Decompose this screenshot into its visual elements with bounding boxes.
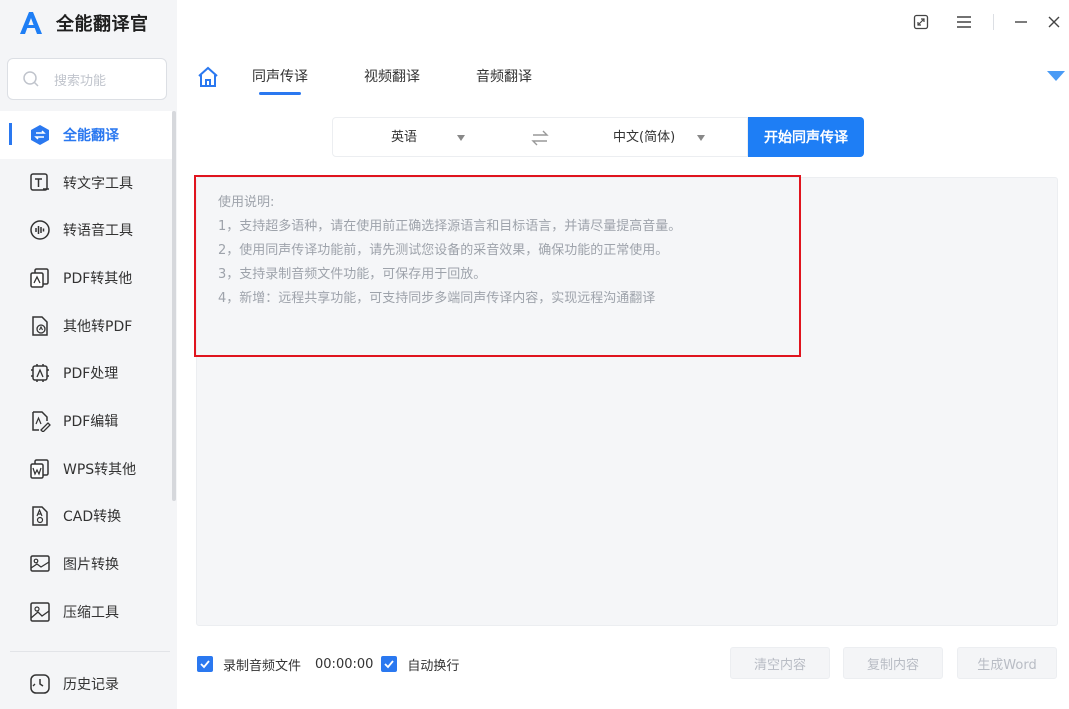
sidebar-item-history[interactable]: 历史记录 [0, 660, 172, 708]
check-icon [384, 660, 395, 669]
pdf-convert-icon [29, 267, 51, 289]
sidebar-item-voice-tool[interactable]: 转语音工具 [0, 206, 172, 254]
app-title: 全能翻译官 [56, 14, 149, 35]
voice-tool-icon [29, 219, 51, 241]
image-convert-icon [29, 553, 51, 575]
sidebar-item-label: 全能翻译 [63, 127, 119, 144]
sidebar-item-label: PDF编辑 [63, 413, 119, 430]
check-icon [200, 660, 210, 669]
sidebar-item-to-pdf[interactable]: 其他转PDF [0, 302, 172, 350]
sidebar-item-translate[interactable]: 全能翻译 [0, 111, 172, 159]
search-icon [23, 71, 39, 87]
record-audio-checkbox[interactable] [197, 656, 213, 672]
sidebar-item-label: PDF处理 [63, 366, 119, 383]
close-icon [1048, 16, 1060, 28]
sidebar-divider [10, 651, 170, 652]
sidebar-item-label: 转文字工具 [63, 175, 133, 192]
app-logo-icon [20, 12, 42, 34]
sidebar-item-cad-convert[interactable]: CAD转换 [0, 493, 172, 541]
cad-convert-icon [29, 505, 51, 527]
search-placeholder: 搜索功能 [54, 73, 107, 89]
wps-convert-icon [29, 458, 51, 480]
menu-button[interactable] [954, 12, 974, 32]
sidebar-scrollbar[interactable] [172, 111, 176, 501]
pdf-process-icon [29, 362, 51, 384]
sidebar-item-label: 压缩工具 [63, 604, 119, 621]
sidebar-item-label: 历史记录 [63, 676, 119, 693]
sidebar-item-pdf-edit[interactable]: PDF编辑 [0, 397, 172, 445]
tab-simultaneous[interactable]: 同声传译 [252, 66, 308, 95]
language-bar: 英语 中文(简体) [332, 117, 748, 157]
sidebar-item-pdf-convert[interactable]: PDF转其他 [0, 254, 172, 302]
highlight-annotation-box [194, 175, 801, 357]
window-controls-divider [993, 14, 994, 30]
sidebar-nav: 全能翻译 转文字工具 转语音工具 PDF转其他 其他转PDF PDF处理 PDF… [0, 111, 172, 636]
sidebar-item-compress[interactable]: 压缩工具 [0, 588, 172, 636]
record-timer: 00:00:00 [315, 656, 374, 672]
sidebar-item-label: 图片转换 [63, 557, 119, 574]
sidebar-item-label: PDF转其他 [63, 270, 133, 287]
fullscreen-button[interactable] [911, 12, 931, 32]
auto-wrap-label: 自动换行 [407, 658, 460, 674]
sidebar-item-label: 转语音工具 [63, 223, 133, 240]
search-input[interactable]: 搜索功能 [7, 58, 167, 100]
source-language-select[interactable]: 英语 [391, 118, 417, 158]
sidebar: 全能翻译官 搜索功能 全能翻译 转文字工具 转语音工具 PDF转其他 其他转PD… [0, 0, 177, 709]
record-audio-label: 录制音频文件 [223, 658, 302, 674]
fullscreen-icon [913, 14, 929, 30]
sidebar-item-wps-convert[interactable]: WPS转其他 [0, 445, 172, 493]
minimize-button[interactable] [1011, 12, 1031, 32]
close-button[interactable] [1044, 12, 1064, 32]
history-section: 历史记录 [0, 660, 172, 708]
sidebar-item-text-tool[interactable]: 转文字工具 [0, 159, 172, 207]
text-tool-icon [29, 172, 51, 194]
chevron-down-icon[interactable] [1046, 70, 1066, 82]
generate-word-button[interactable]: 生成Word [957, 647, 1057, 679]
target-caret-icon[interactable] [697, 135, 705, 141]
minimize-icon [1015, 21, 1027, 23]
sidebar-item-label: CAD转换 [63, 509, 122, 526]
home-icon[interactable] [197, 66, 219, 88]
swap-icon[interactable] [531, 130, 549, 146]
bottom-bar: 录制音频文件 00:00:00 自动换行 [197, 652, 459, 676]
brand: 全能翻译官 [18, 8, 149, 38]
target-language-select[interactable]: 中文(简体) [613, 118, 675, 158]
copy-content-button[interactable]: 复制内容 [843, 647, 943, 679]
history-icon [29, 673, 51, 695]
sidebar-item-pdf-process[interactable]: PDF处理 [0, 349, 172, 397]
pdf-edit-icon [29, 410, 51, 432]
translate-icon [29, 124, 51, 146]
start-simultaneous-button[interactable]: 开始同声传译 [748, 117, 864, 157]
compress-icon [29, 601, 51, 623]
source-caret-icon[interactable] [457, 135, 465, 141]
tab-audio[interactable]: 音频翻译 [476, 66, 532, 88]
to-pdf-icon [29, 315, 51, 337]
sidebar-item-image-convert[interactable]: 图片转换 [0, 540, 172, 588]
clear-content-button[interactable]: 清空内容 [730, 647, 830, 679]
menu-icon [957, 16, 971, 28]
sidebar-item-label: 其他转PDF [63, 318, 133, 335]
auto-wrap-checkbox[interactable] [381, 656, 398, 672]
tab-video[interactable]: 视频翻译 [364, 66, 420, 88]
sidebar-item-label: WPS转其他 [63, 461, 137, 478]
